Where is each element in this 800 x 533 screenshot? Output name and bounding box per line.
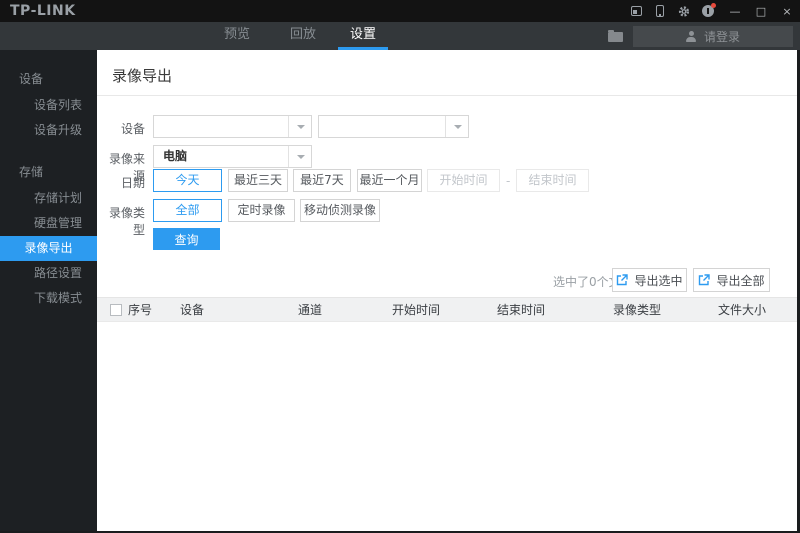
end-time-input[interactable]: 结束时间 xyxy=(516,169,589,192)
chevron-down-icon xyxy=(445,116,468,137)
table-body-empty xyxy=(97,323,797,531)
title-divider xyxy=(97,95,797,96)
titlebar-icons xyxy=(630,0,716,22)
chevron-down-icon xyxy=(288,116,311,137)
source-dropdown[interactable]: 电脑 xyxy=(153,145,312,168)
column-header-channel: 通道 xyxy=(298,303,323,317)
type-label: 录像类型 xyxy=(108,206,145,237)
sidebar-item-recording-export[interactable]: 录像导出 xyxy=(0,236,97,261)
column-header-index: 序号 xyxy=(128,303,153,317)
date-option-last-7-days[interactable]: 最近7天 xyxy=(293,169,351,192)
person-icon xyxy=(686,31,697,42)
sidebar-item-path-settings[interactable]: 路径设置 xyxy=(0,261,97,286)
table-header: 序号 设备 通道 开始时间 结束时间 录像类型 文件大小 xyxy=(97,297,797,322)
monitor-glyph xyxy=(630,6,642,16)
column-header-end-time: 结束时间 xyxy=(497,303,546,317)
chevron-down-icon xyxy=(288,146,311,167)
date-label: 日期 xyxy=(120,176,145,190)
query-button[interactable]: 查询 xyxy=(153,228,220,250)
source-dropdown-value: 电脑 xyxy=(163,149,188,163)
sidebar-section-storage: 存储 xyxy=(19,165,44,179)
start-time-input[interactable]: 开始时间 xyxy=(427,169,500,192)
gear-glyph xyxy=(678,5,690,17)
sidebar-item-disk-management[interactable]: 硬盘管理 xyxy=(0,211,97,236)
tab-playback[interactable]: 回放 xyxy=(278,22,328,50)
device-dropdown-1[interactable] xyxy=(153,115,312,138)
date-option-last-month[interactable]: 最近一个月 xyxy=(357,169,422,192)
date-option-last-3-days[interactable]: 最近三天 xyxy=(228,169,288,192)
device-dropdown-2[interactable] xyxy=(318,115,469,138)
export-all-label: 导出全部 xyxy=(716,273,765,288)
type-option-scheduled[interactable]: 定时录像 xyxy=(228,199,295,222)
app-window: TP-LINK — □ × 预览 回放 设置 请登录 设备 设备列表 设备升级 … xyxy=(0,0,800,533)
main-content: 录像导出 设备 录像来源 电脑 日期 今天 最近三天 最近7天 最近一个月 开始… xyxy=(97,50,797,531)
export-icon xyxy=(699,274,711,286)
tab-bar: 预览 回放 设置 请登录 xyxy=(0,22,800,50)
phone-glyph xyxy=(656,5,664,17)
sidebar-item-device-list[interactable]: 设备列表 xyxy=(0,93,97,118)
export-icon xyxy=(617,274,629,286)
close-button[interactable]: × xyxy=(774,0,800,22)
date-option-today[interactable]: 今天 xyxy=(153,169,222,192)
gear-icon[interactable] xyxy=(678,5,690,17)
column-header-type: 录像类型 xyxy=(613,303,662,317)
info-icon[interactable] xyxy=(702,3,716,17)
maximize-button[interactable]: □ xyxy=(748,0,774,22)
range-separator: - xyxy=(506,174,511,188)
tplink-logo: TP-LINK xyxy=(10,3,76,19)
sidebar-section-device: 设备 xyxy=(19,72,44,86)
login-button[interactable]: 请登录 xyxy=(633,26,793,47)
sidebar-item-device-upgrade[interactable]: 设备升级 xyxy=(0,118,97,143)
tab-preview[interactable]: 预览 xyxy=(212,22,262,50)
titlebar: TP-LINK — □ × xyxy=(0,0,800,22)
column-header-file-size: 文件大小 xyxy=(718,303,767,317)
notification-badge xyxy=(711,3,716,8)
sidebar-item-download-mode[interactable]: 下载模式 xyxy=(0,286,97,311)
sidebar-item-storage-plan[interactable]: 存储计划 xyxy=(0,186,97,211)
column-header-start-time: 开始时间 xyxy=(392,303,441,317)
login-label: 请登录 xyxy=(703,30,740,44)
select-all-checkbox[interactable] xyxy=(110,304,122,316)
export-selected-label: 导出选中 xyxy=(634,273,683,288)
monitor-icon[interactable] xyxy=(630,5,642,17)
sidebar: 设备 设备列表 设备升级 存储 存储计划 硬盘管理 录像导出 路径设置 下载模式 xyxy=(0,50,97,531)
folder-icon[interactable] xyxy=(608,30,623,42)
column-header-device: 设备 xyxy=(180,303,205,317)
export-all-button[interactable]: 导出全部 xyxy=(693,268,770,292)
minimize-button[interactable]: — xyxy=(722,0,748,22)
tab-settings[interactable]: 设置 xyxy=(338,22,388,50)
type-option-motion-detect[interactable]: 移动侦测录像 xyxy=(300,199,380,222)
type-option-all[interactable]: 全部 xyxy=(153,199,222,222)
export-selected-button[interactable]: 导出选中 xyxy=(612,268,687,292)
window-controls: — □ × xyxy=(722,0,800,22)
page-title: 录像导出 xyxy=(112,67,173,85)
phone-icon[interactable] xyxy=(654,5,666,17)
device-label: 设备 xyxy=(120,122,145,136)
